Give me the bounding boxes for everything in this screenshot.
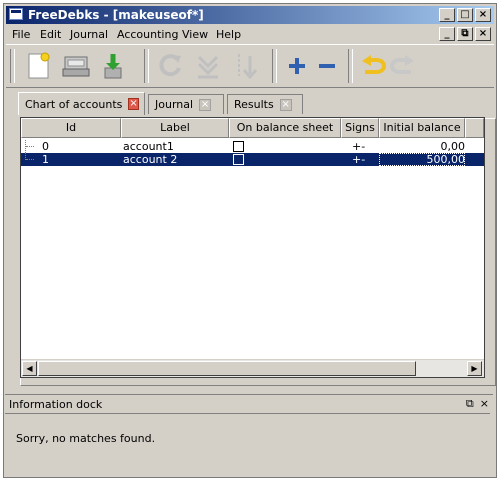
mdi-restore-button[interactable]: ⧉: [457, 27, 473, 41]
dock-message: Sorry, no matches found.: [16, 432, 156, 445]
cell-initial-balance[interactable]: 500,00: [379, 153, 465, 166]
tab-label: Results: [234, 98, 274, 111]
cell-id: 0: [42, 140, 49, 153]
mdi-minimize-button[interactable]: _: [439, 27, 455, 41]
refresh-icon[interactable]: [156, 51, 186, 81]
tab-close-icon[interactable]: ×: [199, 98, 212, 111]
dock-close-icon[interactable]: ×: [480, 397, 489, 411]
menu-edit[interactable]: Edit: [40, 28, 61, 41]
maximize-button[interactable]: □: [457, 8, 473, 22]
expand-icon[interactable]: [230, 51, 260, 81]
cell-id: 1: [42, 153, 49, 166]
column-header-on-balance-sheet[interactable]: On balance sheet: [229, 118, 341, 138]
collapse-icon[interactable]: [193, 51, 223, 81]
undo-icon[interactable]: [358, 51, 388, 81]
on-balance-sheet-checkbox[interactable]: [233, 141, 244, 152]
new-document-icon[interactable]: [24, 51, 54, 81]
tab-journal[interactable]: Journal ×: [148, 94, 224, 114]
cell-label: account1: [123, 140, 174, 153]
cell-signs: +-: [352, 153, 366, 166]
tab-label: Chart of accounts: [25, 97, 123, 111]
menu-journal[interactable]: Journal: [70, 28, 108, 41]
window-title: FreeDebks - [makeuseof*]: [28, 8, 204, 22]
open-icon[interactable]: [61, 51, 91, 81]
table-row[interactable]: 0 account1 +- 0,00: [21, 140, 484, 153]
menu-view[interactable]: View: [182, 28, 208, 41]
menu-help[interactable]: Help: [216, 28, 241, 41]
dock-title: Information dock: [9, 398, 103, 411]
tab-chart-of-accounts[interactable]: Chart of accounts ×: [18, 92, 145, 115]
menu-bar: File Edit Journal Accounting View Help _…: [6, 25, 494, 43]
tab-results[interactable]: Results ×: [227, 94, 303, 114]
toolbar: [6, 44, 494, 88]
cell-initial-balance: 0,00: [440, 140, 466, 153]
table-header: Id Label On balance sheet Signs Initial …: [21, 118, 484, 138]
scroll-right-icon[interactable]: ▶: [467, 361, 482, 376]
toolbar-grip[interactable]: [10, 49, 15, 83]
cell-signs: +-: [352, 140, 366, 153]
tab-close-icon[interactable]: ×: [279, 98, 292, 111]
redo-icon[interactable]: [388, 51, 418, 81]
information-dock: Sorry, no matches found.: [5, 413, 490, 474]
title-bar[interactable]: FreeDebks - [makeuseof*] _ □ ×: [6, 6, 494, 24]
accounts-table[interactable]: Id Label On balance sheet Signs Initial …: [20, 117, 485, 378]
table-row-selected[interactable]: 1 account 2 +- 500,00: [21, 153, 484, 166]
remove-icon[interactable]: [312, 51, 342, 81]
menu-accounting[interactable]: Accounting: [117, 28, 178, 41]
cell-label: account 2: [123, 153, 178, 166]
tree-branch-line: [25, 140, 38, 153]
tab-close-icon[interactable]: ×: [128, 98, 139, 110]
app-icon: [9, 8, 23, 20]
mdi-close-button[interactable]: ×: [475, 27, 491, 41]
column-header-filler: [465, 118, 484, 138]
add-icon[interactable]: [282, 51, 312, 81]
tab-label: Journal: [155, 98, 194, 111]
toolbar-grip-4[interactable]: [348, 49, 353, 83]
column-header-signs[interactable]: Signs: [341, 118, 379, 138]
toolbar-grip-3[interactable]: [272, 49, 277, 83]
on-balance-sheet-checkbox[interactable]: [233, 154, 244, 165]
dock-float-icon[interactable]: ⧉: [466, 397, 474, 411]
information-dock-header: Information dock ⧉ ×: [5, 394, 493, 413]
toolbar-grip-2[interactable]: [144, 49, 149, 83]
column-header-id[interactable]: Id: [21, 118, 121, 138]
column-header-label[interactable]: Label: [121, 118, 229, 138]
column-header-initial-balance[interactable]: Initial balance: [379, 118, 465, 138]
scrollbar-thumb[interactable]: [38, 361, 416, 376]
tree-branch-line: [25, 153, 38, 160]
scroll-left-icon[interactable]: ◀: [22, 361, 37, 376]
horizontal-scrollbar[interactable]: ◀ ▶: [21, 359, 484, 377]
minimize-button[interactable]: _: [439, 8, 455, 22]
menu-file[interactable]: File: [12, 28, 30, 41]
save-icon[interactable]: [98, 51, 128, 81]
close-button[interactable]: ×: [475, 8, 491, 22]
